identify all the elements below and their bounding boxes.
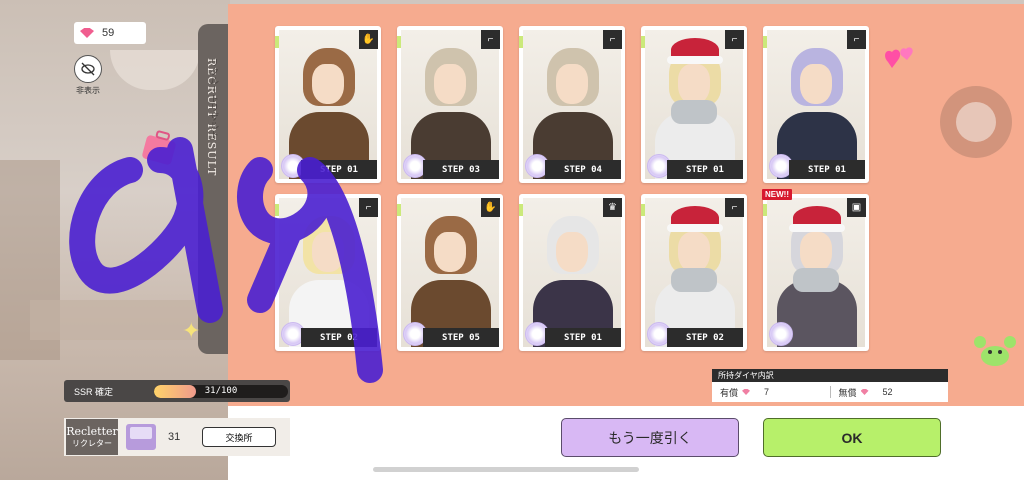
santa-hat-rim	[667, 56, 723, 64]
step-label: STEP 03	[423, 160, 499, 179]
recletter-panel: Recletter リクレター 31 交換所	[64, 418, 290, 456]
hide-label: 非表示	[76, 86, 100, 95]
joystick-control[interactable]	[940, 86, 1012, 158]
ssr-guarantee-bar: SSR 確定 31/100	[64, 380, 290, 402]
result-card[interactable]: ♛ STEP 01	[519, 194, 625, 351]
hand-icon: ✋	[359, 30, 378, 49]
paid-value: 7	[764, 387, 770, 397]
step-label: STEP 01	[789, 160, 865, 179]
ok-button[interactable]: OK	[763, 418, 941, 457]
result-card[interactable]: ✋ STEP 05	[397, 194, 503, 351]
santa-hat-rim	[789, 224, 845, 232]
result-card[interactable]: ⌐ STEP 02	[641, 194, 747, 351]
gun-icon: ⌐	[481, 30, 500, 49]
step-label: STEP 05	[423, 328, 499, 347]
character-face	[434, 64, 466, 104]
exchange-button[interactable]: 交換所	[202, 427, 276, 447]
gun-icon: ⌐	[725, 30, 744, 49]
character-face	[800, 64, 832, 104]
gun-icon: ⌐	[847, 30, 866, 49]
hide-button[interactable]: 非表示	[73, 55, 103, 96]
diamond-holdings: 所持ダイヤ内訳 有償 7 無償 52	[712, 369, 948, 402]
holdings-title: 所持ダイヤ内訳	[712, 369, 948, 382]
card-accent	[275, 36, 279, 48]
joystick-knob[interactable]	[956, 102, 996, 142]
ssr-label: SSR 確定	[74, 386, 114, 397]
result-card[interactable]: ⌐ STEP 04	[519, 26, 625, 183]
diamond-count: 59	[102, 27, 115, 39]
hearts-icon	[880, 40, 920, 80]
diamond-icon	[80, 28, 94, 38]
result-card[interactable]: ⌐ STEP 03	[397, 26, 503, 183]
character-face	[556, 64, 588, 104]
diamond-icon	[860, 389, 869, 395]
lamp-shape	[110, 50, 200, 90]
hand-icon: ✋	[481, 198, 500, 217]
sparkle-icon: ✦	[182, 318, 201, 343]
result-card[interactable]: ⌐ STEP 02	[275, 194, 381, 351]
step-label: STEP 04	[545, 160, 621, 179]
scarf	[671, 268, 717, 292]
step-label: STEP 02	[301, 328, 377, 347]
recletter-logo-en: Recletter	[66, 425, 118, 438]
card-accent	[641, 204, 645, 216]
recletter-logo-jp: リクレター	[72, 439, 112, 448]
result-card[interactable]: ✋ STEP 01	[275, 26, 381, 183]
gun-icon: ⌐	[359, 198, 378, 217]
character-face	[678, 232, 710, 272]
card-accent	[275, 204, 279, 216]
ssr-progress-track: 31/100	[154, 384, 288, 398]
step-label: STEP 02	[667, 328, 743, 347]
result-card[interactable]: ⌐ STEP 01	[641, 26, 747, 183]
holdings-row: 有償 7 無償 52	[712, 382, 948, 402]
santa-hat-rim	[667, 224, 723, 232]
character-face	[800, 232, 832, 272]
character-face	[434, 232, 466, 272]
scarf	[793, 268, 839, 292]
step-label: STEP 01	[545, 328, 621, 347]
diamond-balance: 59	[74, 22, 146, 44]
crown-icon: ♛	[603, 198, 622, 217]
new-badge: NEW!!	[762, 189, 792, 200]
character-face	[556, 232, 588, 272]
recletter-count: 31	[168, 431, 181, 443]
step-label: STEP 01	[301, 160, 377, 179]
draw-again-button[interactable]: もう一度引く	[561, 418, 739, 457]
free-label: 無償	[838, 387, 857, 398]
bag-icon: ▣	[847, 198, 866, 217]
gun-icon: ⌐	[725, 198, 744, 217]
recletter-logo: Recletter リクレター	[66, 419, 118, 455]
character-face	[312, 64, 344, 104]
character-face	[312, 232, 344, 272]
eye-slash-icon	[74, 55, 102, 83]
card-accent	[641, 36, 645, 48]
free-value: 52	[882, 387, 893, 397]
card-accent	[397, 204, 401, 216]
suitcase-icon	[136, 128, 180, 168]
paid-label: 有償	[720, 387, 739, 398]
crab-icon	[972, 330, 1018, 372]
gun-icon: ⌐	[603, 30, 622, 49]
character-face	[678, 64, 710, 104]
home-indicator[interactable]	[373, 467, 639, 472]
paid-diamonds: 有償 7	[712, 386, 830, 399]
result-card[interactable]: ⌐ STEP 01	[763, 26, 869, 183]
tab-title-jp: リクルートリザルト	[209, 58, 219, 139]
diamond-icon	[742, 389, 751, 395]
card-accent	[763, 36, 767, 48]
free-diamonds: 無償 52	[831, 386, 949, 399]
step-label: STEP 01	[667, 160, 743, 179]
swirl-icon	[769, 322, 793, 346]
background-scene	[0, 0, 230, 480]
card-accent	[397, 36, 401, 48]
result-card[interactable]: ▣	[763, 194, 869, 351]
ssr-progress-text: 31/100	[204, 385, 238, 396]
card-accent	[519, 204, 523, 216]
scarf	[671, 100, 717, 124]
card-accent	[763, 204, 767, 216]
card-accent	[519, 36, 523, 48]
envelope-icon	[126, 424, 156, 450]
